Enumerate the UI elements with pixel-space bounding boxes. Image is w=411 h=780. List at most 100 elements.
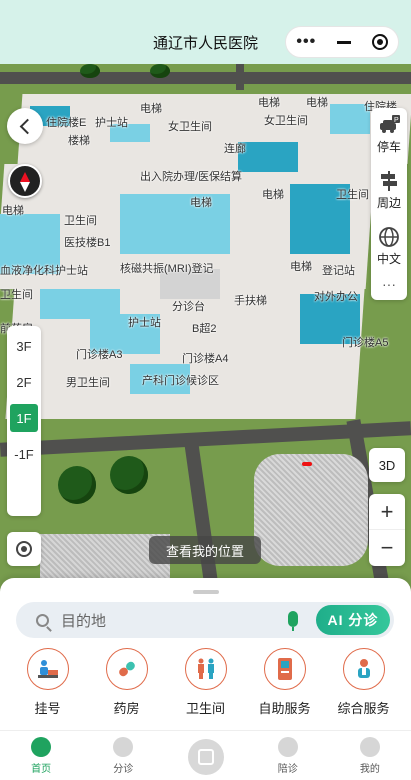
my-location-button[interactable]: 查看我的位置 <box>149 536 261 564</box>
signpost-icon <box>378 170 400 192</box>
car-parking-icon: P <box>378 114 400 136</box>
map-tools-panel: P 停车 周边 中文 ··· <box>371 108 407 300</box>
tree <box>58 466 96 504</box>
sheet-drag-handle[interactable] <box>193 590 219 594</box>
map-label[interactable]: 门诊楼A3 <box>76 346 122 362</box>
map-label[interactable]: 楼梯 <box>68 132 90 148</box>
map-label[interactable]: 医技楼B1 <box>64 234 110 250</box>
map-label[interactable]: 对外办公 <box>314 288 358 304</box>
bottom-tab-bar: 首页 分诊 陪诊 我的 <box>0 730 411 780</box>
search-bar[interactable]: 目的地 AI 分诊 <box>16 602 394 638</box>
floor-1f-button[interactable]: 1F <box>10 404 38 432</box>
back-button[interactable] <box>7 108 43 144</box>
map-label[interactable]: 电梯 <box>140 100 162 116</box>
map-label[interactable]: 卫生间 <box>336 186 369 202</box>
minimize-icon[interactable] <box>336 40 351 44</box>
parking-pad <box>254 454 368 566</box>
tree <box>80 64 100 78</box>
map-label[interactable]: B超2 <box>192 320 216 336</box>
service-pharmacy-label: 药房 <box>113 701 140 716</box>
road <box>0 72 411 84</box>
map-label[interactable]: 电梯 <box>306 94 328 110</box>
compass-icon[interactable] <box>8 164 42 198</box>
map-label[interactable]: 住院楼E <box>46 114 86 130</box>
map-label[interactable]: 电梯 <box>262 186 284 202</box>
bottom-sheet: 目的地 AI 分诊 挂号 药房 卫生间 自助服务 综合服务 <box>0 578 411 730</box>
map-label[interactable]: 门诊楼A5 <box>342 334 388 350</box>
search-input[interactable]: 目的地 <box>61 610 106 631</box>
map-label[interactable]: 产科门诊候诊区 <box>142 372 219 388</box>
map-label[interactable]: 分诊台 <box>172 298 205 314</box>
floor-b1-button[interactable]: -1F <box>10 440 38 468</box>
locate-icon <box>16 541 32 557</box>
grid-square <box>197 748 214 765</box>
tab-triage-label: 分诊 <box>113 763 134 775</box>
map-label[interactable]: 血液净化科护士站 <box>0 262 88 278</box>
center-grid-icon <box>187 738 224 775</box>
road <box>183 433 221 594</box>
room-block <box>120 194 230 254</box>
map-label[interactable]: 女卫生间 <box>168 118 212 134</box>
service-self-service[interactable]: 自助服务 <box>247 648 323 717</box>
map-label[interactable]: 男卫生间 <box>66 374 110 390</box>
tab-center[interactable] <box>164 731 246 780</box>
parking-button[interactable]: P 停车 <box>377 114 401 170</box>
tab-triage[interactable]: 分诊 <box>82 731 164 780</box>
map-label[interactable]: 手扶梯 <box>234 292 267 308</box>
map-label[interactable]: 电梯 <box>290 258 312 274</box>
locate-button[interactable] <box>7 532 41 566</box>
tab-mine-label: 我的 <box>359 763 380 775</box>
map-label[interactable]: 电梯 <box>2 202 24 218</box>
tree <box>110 456 148 494</box>
more-dots-icon[interactable]: ••• <box>296 33 316 51</box>
map-label[interactable]: 护士站 <box>95 114 128 130</box>
service-self-service-label: 自助服务 <box>258 701 311 716</box>
zoom-out-button[interactable]: − <box>369 530 405 566</box>
heart-hands-icon <box>277 736 298 757</box>
service-restroom[interactable]: 卫生间 <box>168 648 244 717</box>
map-label[interactable]: 卫生间 <box>0 286 33 302</box>
service-register[interactable]: 挂号 <box>10 648 86 717</box>
compass-needle <box>20 172 30 192</box>
microphone-icon[interactable] <box>288 611 298 631</box>
floor-3f-button[interactable]: 3F <box>10 332 38 360</box>
ai-triage-button[interactable]: AI 分诊 <box>316 605 390 635</box>
map-label[interactable]: 核磁共振(MRI)登记 <box>120 260 214 276</box>
service-general-label: 综合服务 <box>337 701 390 716</box>
tab-mine[interactable]: 我的 <box>329 731 411 780</box>
register-icon <box>26 648 69 690</box>
zoom-in-button[interactable]: + <box>369 494 405 530</box>
nearby-button[interactable]: 周边 <box>377 170 401 226</box>
map-canvas[interactable]: 电梯 住院楼E 护士站 楼梯 女卫生间 连廊 电梯 电梯 住院楼 女卫生间 出入… <box>0 64 411 594</box>
tab-home-label: 首页 <box>31 763 52 775</box>
language-label: 中文 <box>376 252 401 266</box>
more-tools-button[interactable]: ··· <box>382 276 396 292</box>
target-icon[interactable] <box>371 34 388 50</box>
map-label[interactable]: 门诊楼A4 <box>182 350 228 366</box>
road <box>236 64 244 90</box>
map-label[interactable]: 卫生间 <box>64 212 97 228</box>
user-icon <box>359 736 380 757</box>
destination-marker <box>302 462 312 466</box>
tab-escort[interactable]: 陪诊 <box>247 731 329 780</box>
tab-home[interactable]: 首页 <box>0 731 82 780</box>
service-pharmacy[interactable]: 药房 <box>89 648 165 717</box>
service-staff-icon <box>342 648 385 690</box>
service-register-label: 挂号 <box>34 701 61 716</box>
search-icon <box>36 613 49 627</box>
ai-triage-icon <box>113 736 134 757</box>
map-label[interactable]: 电梯 <box>190 194 212 210</box>
map-label[interactable]: 登记站 <box>322 262 355 278</box>
service-general[interactable]: 综合服务 <box>326 648 402 717</box>
map-label[interactable]: 出入院办理/医保结算 <box>140 168 242 184</box>
map-label[interactable]: 连廊 <box>224 140 246 156</box>
map-label[interactable]: 护士站 <box>128 314 161 330</box>
floor-2f-button[interactable]: 2F <box>10 368 38 396</box>
view-3d-button[interactable]: 3D <box>369 448 405 482</box>
tree <box>150 64 170 78</box>
map-label[interactable]: 女卫生间 <box>264 112 308 128</box>
kiosk-icon <box>263 648 306 690</box>
language-button[interactable]: 中文 <box>377 226 401 282</box>
map-label[interactable]: 电梯 <box>258 94 280 110</box>
tab-escort-label: 陪诊 <box>277 763 298 775</box>
